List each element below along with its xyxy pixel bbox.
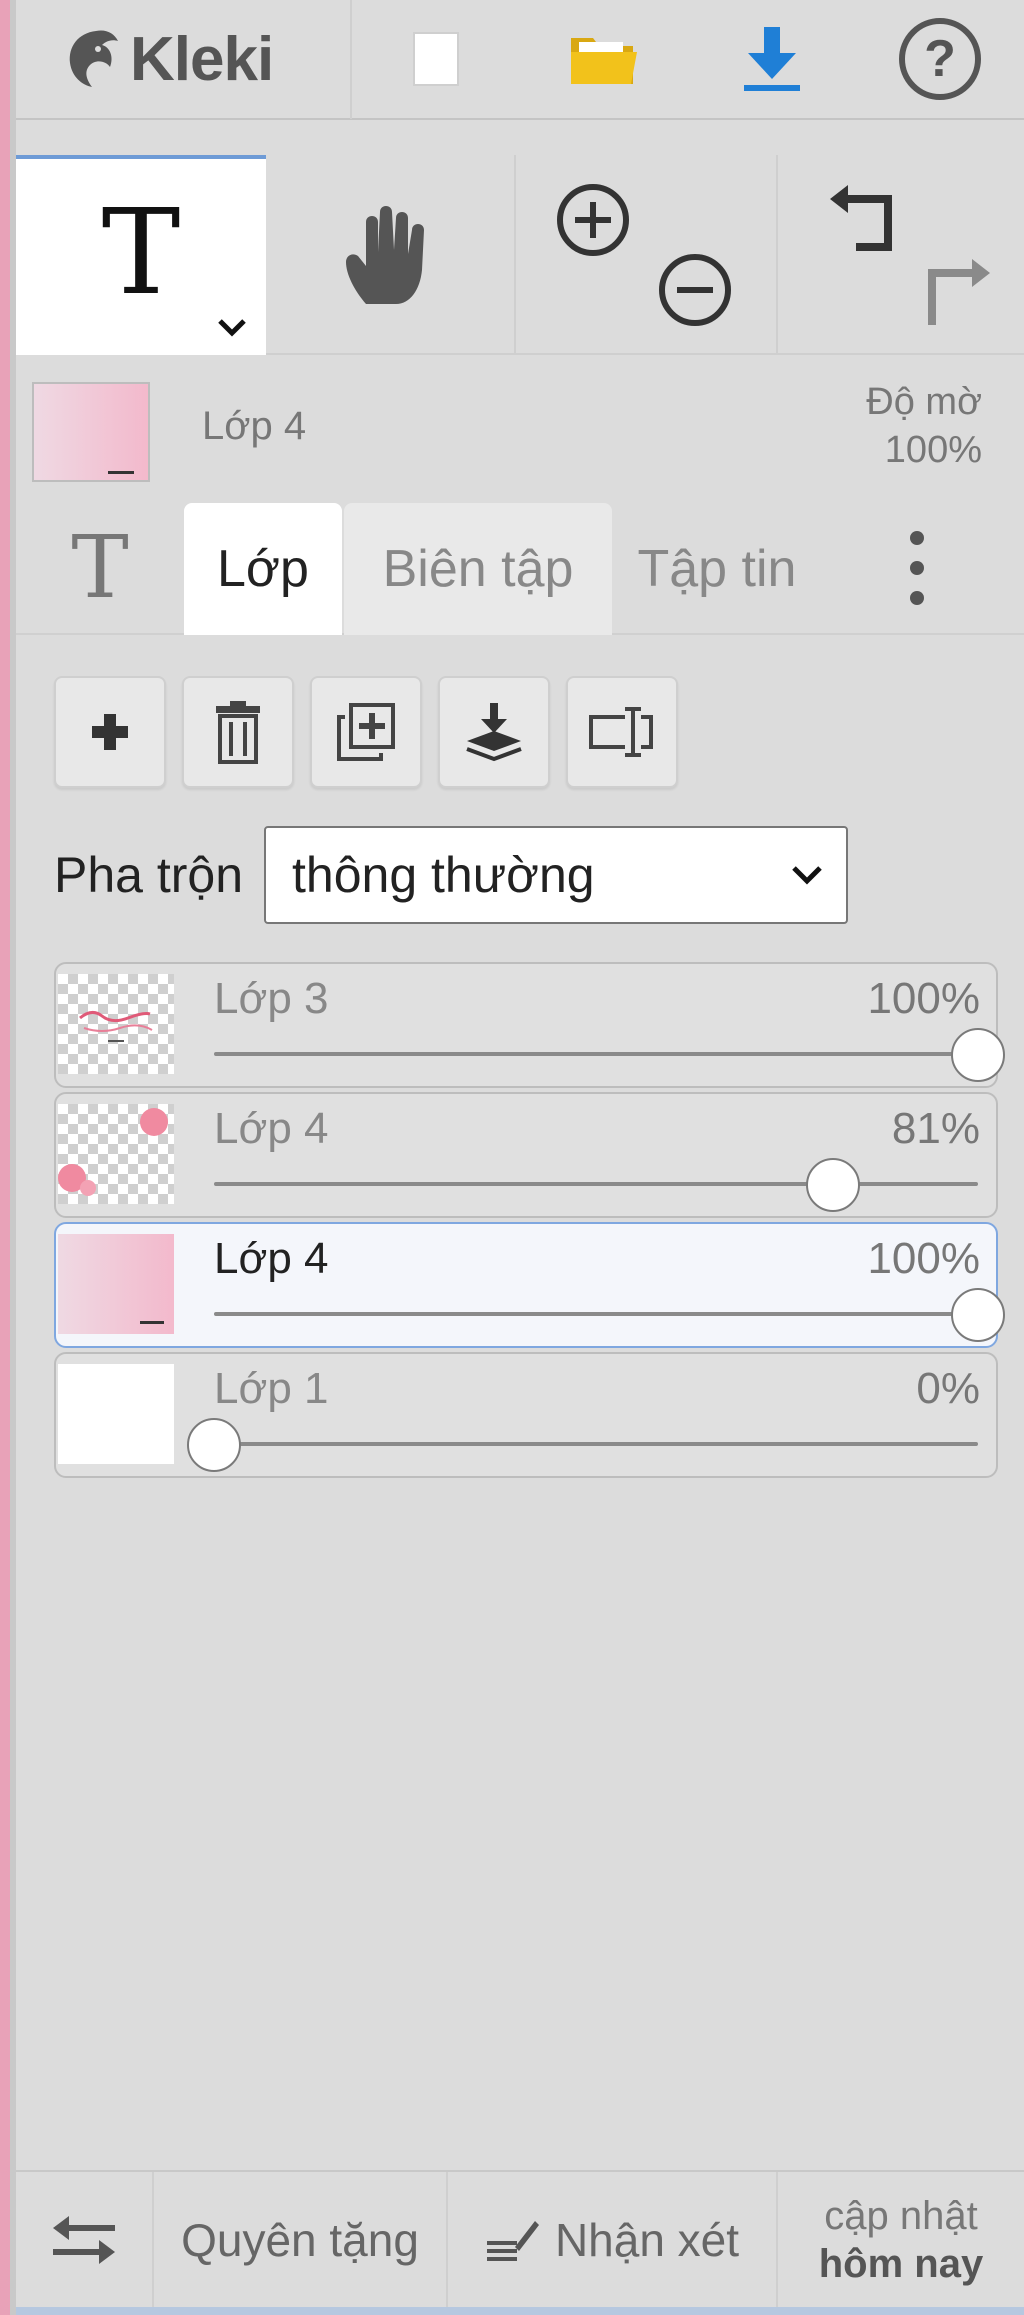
tab-layers[interactable]: Lớp	[184, 503, 342, 635]
layer-thumbnail	[58, 1104, 174, 1204]
tab-file[interactable]: Tập tin	[612, 503, 822, 635]
blend-mode-select[interactable]: thông thường	[264, 826, 848, 924]
more-menu-button[interactable]	[822, 503, 1012, 633]
tab-edit[interactable]: Biên tập	[344, 503, 612, 635]
help-button[interactable]: ?	[856, 0, 1024, 119]
merge-layers-icon	[466, 703, 522, 762]
open-file-button[interactable]	[520, 0, 688, 119]
current-layer-name: Lớp 4	[202, 404, 307, 448]
current-layer-thumbnail	[32, 382, 150, 482]
layer-opacity-slider[interactable]	[214, 1028, 1005, 1082]
logo-text: Kleki	[130, 24, 274, 94]
layer-thumbnail	[58, 974, 174, 1074]
kleki-logo-icon	[69, 30, 118, 87]
rename-icon	[589, 707, 653, 757]
svg-text:?: ?	[924, 30, 956, 88]
chevron-down-icon	[792, 866, 822, 885]
new-image-button[interactable]	[352, 0, 520, 119]
blend-mode-label: Pha trộn	[54, 847, 244, 903]
swap-arrows-icon	[53, 2215, 115, 2264]
pen-lines-icon	[486, 2220, 539, 2261]
history-controls	[778, 155, 1024, 355]
chevron-down-icon[interactable]	[216, 317, 248, 337]
zoom-out-icon[interactable]	[656, 251, 734, 329]
update-line-2: hôm nay	[818, 2241, 984, 2286]
layer-opacity-slider[interactable]	[214, 1288, 1005, 1342]
redo-icon[interactable]	[920, 255, 996, 331]
layer-item[interactable]: Lớp 4 81%	[54, 1092, 998, 1218]
layer-opacity-text: 100%	[867, 974, 980, 1023]
hand-tool-button[interactable]	[266, 155, 516, 355]
layer-opacity-text: 0%	[916, 1364, 980, 1413]
feedback-label: Nhận xét	[554, 2213, 740, 2266]
blend-mode-row: Pha trộn thông thường	[54, 826, 848, 924]
layer-list: Lớp 3 100% Lớp 4 81% Lớp 4 100% Lớp 1 0%	[54, 962, 1005, 1482]
more-vertical-icon	[910, 531, 924, 605]
layer-name: Lớp 4	[214, 1104, 329, 1153]
layer-thumbnail	[58, 1234, 174, 1334]
layer-opacity-text: 81%	[891, 1104, 980, 1153]
layer-item[interactable]: Lớp 3 100%	[54, 962, 1005, 1088]
layer-name: Lớp 3	[214, 974, 329, 1023]
layer-thumbnail	[58, 1364, 174, 1464]
zoom-controls	[516, 155, 778, 355]
folder-icon	[571, 38, 637, 84]
changelog-button[interactable]: cập nhật hôm nay	[778, 2172, 1024, 2307]
current-layer-opacity[interactable]: Độ mờ 100%	[866, 378, 982, 474]
tool-row: T	[16, 155, 1024, 355]
duplicate-icon	[337, 703, 395, 761]
opacity-label: Độ mờ	[866, 381, 982, 423]
delete-layer-button[interactable]	[182, 676, 294, 788]
kleki-sidebar: Kleki ? T Lớp 4 Độ mờ 100% T Lớp Biên tậ…	[16, 0, 1024, 2315]
layer-name: Lớp 1	[214, 1364, 329, 1413]
new-page-icon	[413, 32, 459, 86]
opacity-value: 100%	[884, 429, 982, 471]
text-tab-icon: T	[71, 518, 129, 618]
slider-handle[interactable]	[805, 1158, 860, 1212]
layer-item[interactable]: Lớp 1 0%	[54, 1352, 998, 1478]
trash-icon	[216, 701, 260, 764]
feedback-button[interactable]: Nhận xét	[448, 2172, 778, 2307]
layer-opacity-text: 100%	[867, 1234, 980, 1283]
layer-item-selected[interactable]: Lớp 4 100%	[54, 1222, 1005, 1348]
donate-button[interactable]: Quyên tặng	[154, 2172, 448, 2307]
zoom-in-icon[interactable]	[554, 181, 632, 259]
add-layer-button[interactable]	[54, 676, 166, 788]
slider-handle[interactable]	[187, 1418, 241, 1472]
text-tool-icon: T	[101, 183, 181, 321]
bottom-bar: Quyên tặng Nhận xét cập nhật hôm nay	[16, 2170, 1024, 2307]
rename-layer-button[interactable]	[566, 676, 678, 788]
top-bar: Kleki ?	[16, 0, 1024, 120]
download-icon	[744, 27, 800, 91]
panel-tabs: T Lớp Biên tập Tập tin	[16, 503, 1024, 635]
slider-handle[interactable]	[951, 1028, 1005, 1082]
blend-mode-value: thông thường	[292, 847, 595, 903]
slider-handle[interactable]	[951, 1288, 1005, 1342]
window-bottom-border	[16, 2307, 1024, 2315]
plus-icon	[92, 714, 128, 750]
swap-side-button[interactable]	[16, 2172, 154, 2307]
layer-name: Lớp 4	[214, 1234, 329, 1283]
layer-opacity-slider[interactable]	[214, 1158, 978, 1212]
hand-icon	[346, 206, 424, 304]
tool-settings-tab[interactable]: T	[16, 503, 184, 633]
download-button[interactable]	[688, 0, 856, 119]
layer-opacity-slider[interactable]	[187, 1418, 978, 1472]
current-layer-preview: Lớp 4 Độ mờ 100%	[16, 360, 1024, 485]
merge-down-button[interactable]	[438, 676, 550, 788]
undo-icon[interactable]	[822, 181, 900, 257]
text-tool-button[interactable]: T	[16, 155, 266, 355]
help-icon: ?	[899, 18, 981, 100]
canvas-edge	[0, 0, 16, 2315]
kleki-logo[interactable]: Kleki	[16, 0, 352, 119]
duplicate-layer-button[interactable]	[310, 676, 422, 788]
layer-actions	[54, 676, 678, 788]
update-line-1: cập nhật	[824, 2193, 978, 2238]
